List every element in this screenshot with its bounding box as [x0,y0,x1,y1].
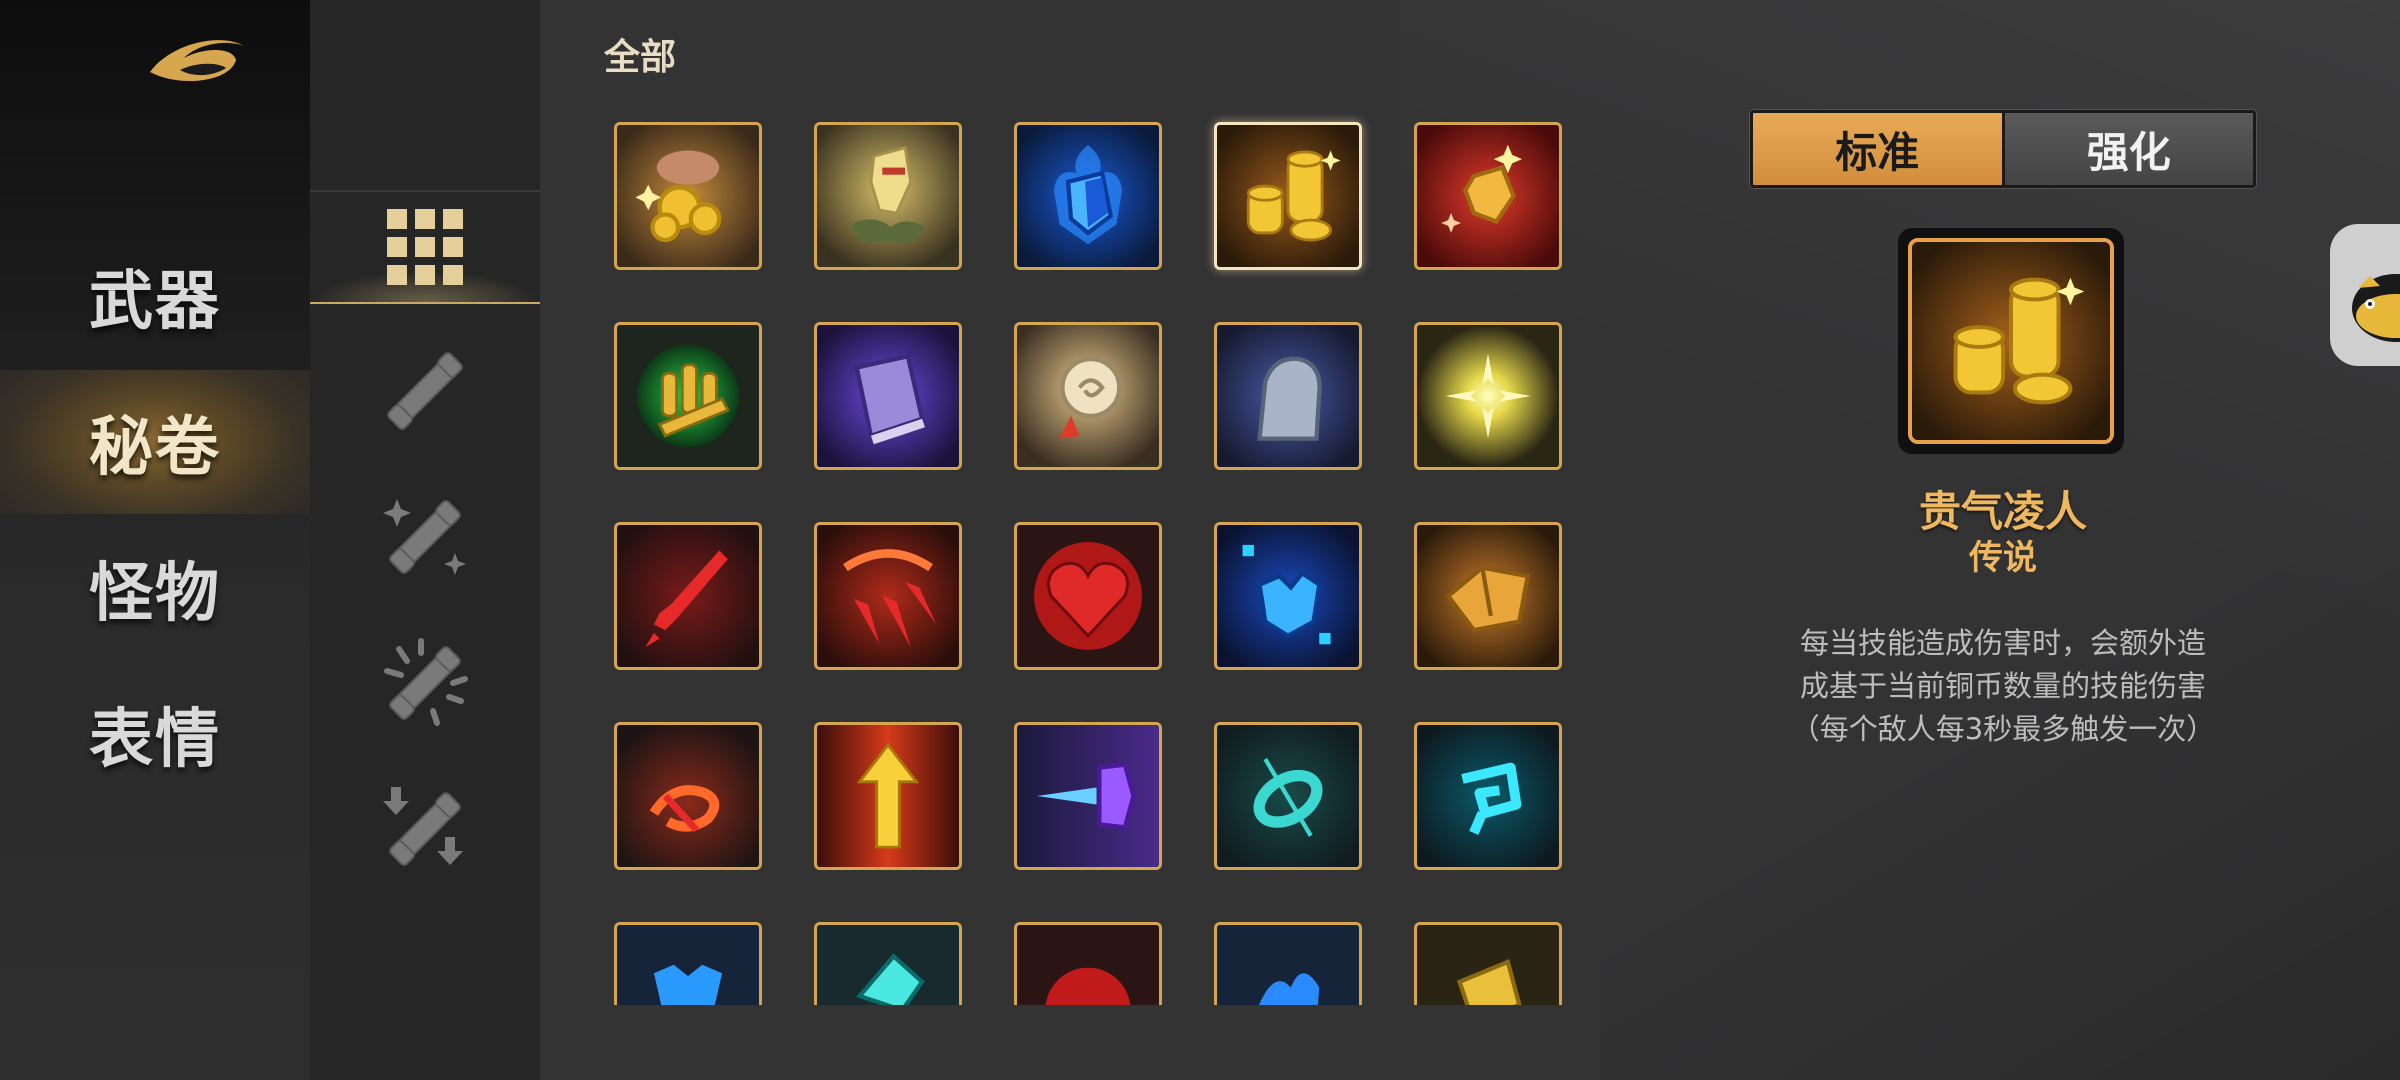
nav-item-label: 武器 [89,264,221,339]
tile-cyan-spiral[interactable] [1414,722,1562,870]
nav-item-monsters[interactable]: 怪物 [0,516,310,660]
blue-gem-icon [1217,525,1359,667]
tile-gold-coin-stack[interactable] [1214,122,1362,270]
tab-standard[interactable]: 标准 [1753,113,2002,185]
tile-teal-ring[interactable] [1214,722,1362,870]
tile-fire-swirl[interactable] [614,722,762,870]
tile-purple-rod[interactable] [1014,722,1162,870]
weapon-burst-icon [384,638,468,726]
red-crystal-icon [1417,125,1559,267]
skill-grid[interactable] [600,110,1580,1005]
tile-blue-gem[interactable] [1214,522,1362,670]
red-orb-icon [1017,925,1159,1005]
weapon-arrows-icon [383,787,463,866]
tile-red-crystal[interactable] [1414,122,1562,270]
nav-item-label: 秘卷 [89,410,221,485]
tile-scroll-rune[interactable] [1014,322,1162,470]
sub-item-basic[interactable] [310,336,540,446]
tile-red-heart[interactable] [1014,522,1162,670]
gold-coin-stack-icon [1217,125,1359,267]
sub-item-sparkle[interactable] [310,482,540,592]
mode-toggle: 标准 强化 [1750,110,2256,188]
teal-ring-icon [1217,725,1359,867]
red-dagger-icon [617,525,759,667]
description-line: 每当技能造成伤害时，会额外造 [1799,626,2206,660]
tile-blue-splash[interactable] [1214,922,1362,1005]
item-rarity: 传说 [1969,538,2037,578]
purple-book-icon [817,325,959,467]
nav-item-label: 表情 [89,702,221,777]
sub-item-all[interactable] [310,190,540,304]
tile-red-claws-slash[interactable] [814,522,962,670]
tile-gold-bag[interactable] [1414,522,1562,670]
tile-light-burst[interactable] [1414,322,1562,470]
red-heart-icon [1017,525,1159,667]
tab-enhanced[interactable]: 强化 [2001,113,2253,185]
nav-item-emotes[interactable]: 表情 [0,662,310,806]
tile-golden-gauntlet[interactable] [814,122,962,270]
golden-arrow-up-icon [817,725,959,867]
purple-rod-icon [1017,725,1159,867]
gold-coins-hand-icon [617,125,759,267]
nav-item-scrolls[interactable]: 秘卷 [0,370,310,514]
red-claws-slash-icon [817,525,959,667]
section-title: 全部 [604,37,677,78]
tile-blue-shield-flame[interactable] [1014,122,1162,270]
sub-nav [310,0,540,1080]
tile-red-dagger[interactable] [614,522,762,670]
fire-swirl-icon [617,725,759,867]
nav-item-weapons[interactable]: 武器 [0,224,310,368]
main-nav: 武器 秘卷 怪物 表情 [0,0,310,1080]
gold-bag-icon [1417,525,1559,667]
blue-splash-icon [1217,925,1359,1005]
tile-green-bullets[interactable] [614,322,762,470]
detail-icon-frame [1898,228,2124,454]
blue-shield-flame-icon [1017,125,1159,267]
scroll-rune-icon [1017,325,1159,467]
tile-blue-mask[interactable] [614,922,762,1005]
game-logo-icon [150,40,244,82]
grid-icon [387,209,463,285]
nav-item-label: 怪物 [89,556,221,631]
tile-red-orb[interactable] [1014,922,1162,1005]
cyan-spiral-icon [1417,725,1559,867]
tile-teal-claw[interactable] [814,922,962,1005]
tile-golden-arrow-up[interactable] [814,722,962,870]
stone-hand-icon [1217,325,1359,467]
tile-stone-hand[interactable] [1214,322,1362,470]
weapon-basic-icon [387,352,463,430]
tile-purple-book[interactable] [814,322,962,470]
description-line: 成基于当前铜币数量的技能伤害 [1799,669,2206,703]
background-facet [1600,520,2400,1080]
light-burst-icon [1417,325,1559,467]
bee-mascot-icon [2352,274,2400,342]
teal-claw-icon [817,925,959,1005]
gold-coin-stack-icon [1912,242,2110,440]
mascot-button[interactable] [2330,224,2400,366]
golden-gauntlet-icon [817,125,959,267]
gold-rune-icon [1417,925,1559,1005]
weapon-sparkle-icon [383,499,466,575]
description-line: （每个敌人每3秒最多触发一次） [1790,712,2216,746]
blue-mask-icon [617,925,759,1005]
tile-gold-rune[interactable] [1414,922,1562,1005]
item-description: 每当技能造成伤害时，会额外造 成基于当前铜币数量的技能伤害 （每个敌人每3秒最多… [1750,622,2256,751]
sub-item-arrows[interactable] [310,774,540,884]
tile-gold-coins-hand[interactable] [614,122,762,270]
green-bullets-icon [617,325,759,467]
sub-item-burst[interactable] [310,628,540,738]
